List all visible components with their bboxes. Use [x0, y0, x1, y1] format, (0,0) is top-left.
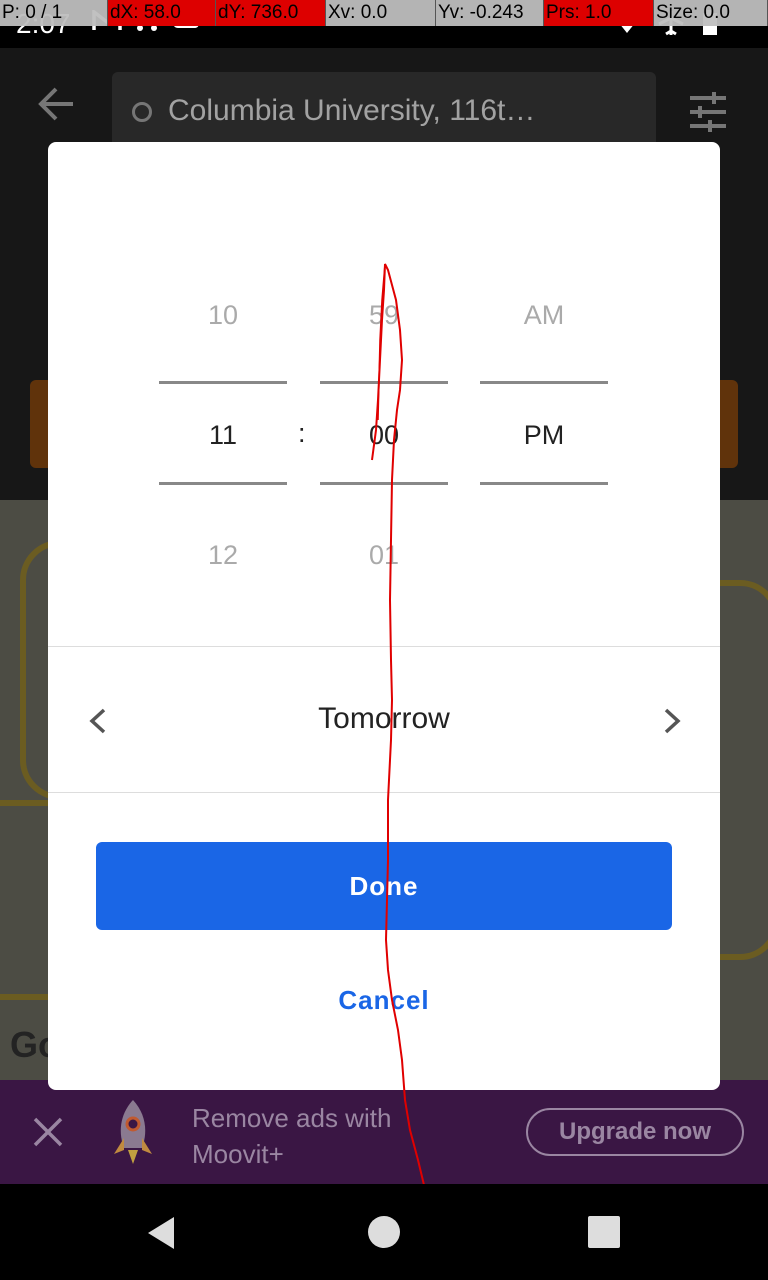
hour-prev[interactable]: 10 — [159, 300, 287, 331]
navigation-bar — [0, 1184, 768, 1280]
debug-yv: Yv: -0.243 — [436, 0, 544, 26]
nav-back-icon[interactable] — [146, 1216, 176, 1255]
ampm-picker[interactable]: AM PM — [480, 142, 608, 602]
ad-text: Remove ads with Moovit+ — [192, 1103, 392, 1169]
debug-dx: dX: 58.0 — [108, 0, 216, 26]
ad-banner[interactable]: Remove ads with Moovit+ Upgrade now — [0, 1080, 768, 1184]
minute-selected[interactable]: 00 — [320, 420, 448, 451]
nav-recents-icon[interactable] — [588, 1216, 620, 1248]
ampm-prev[interactable]: AM — [480, 300, 608, 331]
debug-size: Size: 0.0 — [654, 0, 768, 26]
hour-next[interactable]: 12 — [159, 540, 287, 571]
time-picker-dialog: 10 11 12 : 59 00 01 AM PM Tomorrow Done … — [48, 142, 720, 1090]
day-label: Tomorrow — [318, 702, 450, 735]
cancel-button[interactable]: Cancel — [284, 978, 484, 1022]
debug-prs: Prs: 1.0 — [544, 0, 654, 26]
hour-selected[interactable]: 11 — [159, 420, 287, 451]
debug-xv: Xv: 0.0 — [326, 0, 436, 26]
debug-pointer: P: 0 / 1 — [0, 0, 108, 26]
debug-dy: dY: 736.0 — [216, 0, 326, 26]
hour-picker[interactable]: 10 11 12 — [159, 142, 287, 602]
chevron-left-icon[interactable] — [88, 708, 108, 739]
minute-next[interactable]: 01 — [320, 540, 448, 571]
rocket-icon — [108, 1098, 158, 1173]
divider — [48, 646, 720, 647]
minute-prev[interactable]: 59 — [320, 300, 448, 331]
minute-picker[interactable]: 59 00 01 — [320, 142, 448, 602]
ampm-selected[interactable]: PM — [480, 420, 608, 451]
done-button[interactable]: Done — [96, 842, 672, 930]
chevron-right-icon[interactable] — [662, 708, 682, 739]
pointer-location-overlay: P: 0 / 1 dX: 58.0 dY: 736.0 Xv: 0.0 Yv: … — [0, 0, 768, 26]
time-separator: : — [298, 418, 306, 448]
upgrade-now-button[interactable]: Upgrade now — [526, 1108, 744, 1156]
divider — [48, 792, 720, 793]
close-ad-icon[interactable] — [32, 1116, 64, 1153]
nav-home-icon[interactable] — [368, 1216, 400, 1248]
